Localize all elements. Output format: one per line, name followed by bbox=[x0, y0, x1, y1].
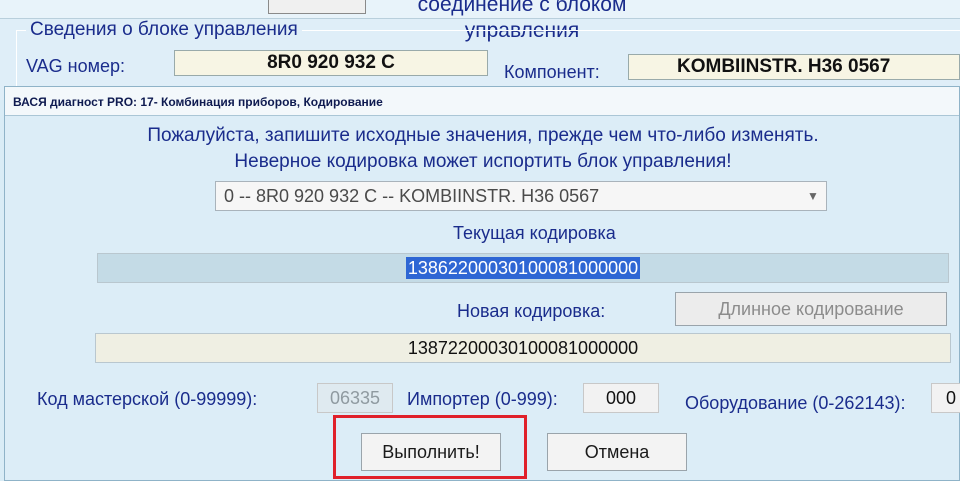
control-unit-select[interactable]: 0 -- 8R0 920 932 C -- KOMBIINSTR. H36 05… bbox=[215, 181, 827, 211]
component-label: Компонент: bbox=[504, 62, 600, 82]
execute-highlight-box bbox=[333, 415, 527, 479]
dialog-titlebar: ВАСЯ диагност PRO: 17- Комбинация прибор… bbox=[5, 87, 959, 116]
vag-number-field: 8R0 920 932 C bbox=[174, 50, 488, 76]
vag-number-label: VAG номер: bbox=[26, 56, 126, 76]
coding-dialog: ВАСЯ диагност PRO: 17- Комбинация прибор… bbox=[4, 86, 960, 481]
cancel-button[interactable]: Отмена bbox=[547, 433, 687, 471]
importer-field[interactable]: 000 bbox=[583, 383, 659, 413]
long-coding-button[interactable]: Длинное кодирование bbox=[675, 292, 947, 326]
dialog-title: ВАСЯ диагност PRO: 17- Комбинация прибор… bbox=[13, 95, 383, 109]
new-coding-label: Новая кодировка: bbox=[457, 301, 606, 321]
new-coding-input[interactable]: 13872200030100081000000 bbox=[95, 333, 951, 363]
importer-label: Импортер (0-999): bbox=[407, 389, 558, 409]
control-unit-select-value: 0 -- 8R0 920 932 C -- KOMBIINSTR. H36 05… bbox=[224, 186, 600, 206]
workshop-code-field: 06335 bbox=[317, 383, 393, 413]
current-coding-field[interactable]: 13862200030100081000000 bbox=[97, 253, 949, 283]
background-top-button[interactable] bbox=[268, 0, 366, 14]
control-unit-info-group-title: Сведения о блоке управления bbox=[26, 19, 302, 41]
warning-line-2: Неверное кодировка может испортить блок … bbox=[234, 151, 732, 172]
workshop-code-label: Код мастерской (0-99999): bbox=[37, 389, 258, 409]
current-coding-label: Текущая кодировка bbox=[453, 223, 616, 243]
chevron-down-icon[interactable]: ▼ bbox=[802, 184, 824, 208]
warning-line-1: Пожалуйста, запишите исходные значения, … bbox=[147, 125, 819, 146]
equipment-label: Оборудование (0-262143): bbox=[685, 393, 906, 413]
equipment-field[interactable]: 0 bbox=[931, 383, 960, 413]
component-field: KOMBIINSTR. H36 0567 bbox=[628, 54, 960, 80]
current-coding-value: 13862200030100081000000 bbox=[405, 257, 641, 279]
